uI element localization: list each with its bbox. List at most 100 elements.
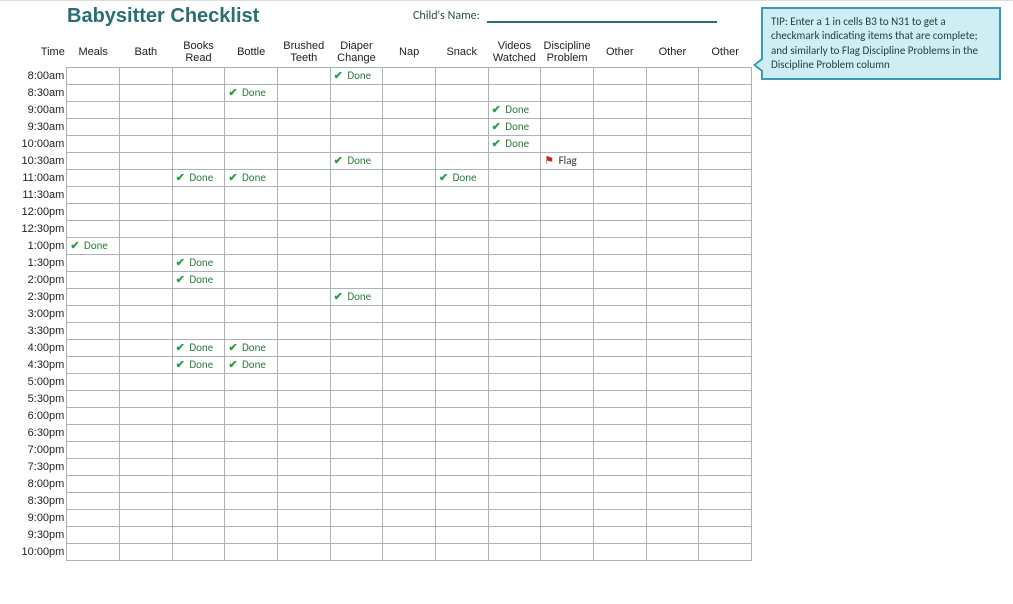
data-cell[interactable] — [488, 305, 541, 322]
data-cell[interactable] — [435, 543, 488, 560]
data-cell[interactable] — [67, 67, 120, 84]
data-cell[interactable] — [541, 373, 594, 390]
data-cell[interactable] — [120, 407, 173, 424]
data-cell[interactable] — [67, 135, 120, 152]
data-cell[interactable] — [593, 492, 646, 509]
data-cell[interactable] — [646, 458, 699, 475]
data-cell[interactable] — [699, 67, 752, 84]
data-cell[interactable] — [593, 220, 646, 237]
data-cell[interactable] — [593, 305, 646, 322]
data-cell[interactable] — [699, 271, 752, 288]
data-cell[interactable] — [435, 118, 488, 135]
data-cell[interactable] — [277, 288, 330, 305]
data-cell[interactable] — [541, 288, 594, 305]
data-cell[interactable] — [383, 152, 436, 169]
data-cell[interactable] — [541, 305, 594, 322]
data-cell[interactable] — [330, 492, 383, 509]
data-cell[interactable] — [593, 152, 646, 169]
data-cell[interactable] — [383, 101, 436, 118]
data-cell[interactable]: ✔ Done — [225, 84, 278, 101]
data-cell[interactable] — [225, 237, 278, 254]
data-cell[interactable] — [488, 543, 541, 560]
data-cell[interactable] — [277, 509, 330, 526]
data-cell[interactable] — [330, 84, 383, 101]
data-cell[interactable] — [383, 118, 436, 135]
data-cell[interactable]: ✔ Done — [225, 339, 278, 356]
data-cell[interactable] — [330, 339, 383, 356]
data-cell[interactable] — [225, 118, 278, 135]
data-cell[interactable] — [330, 203, 383, 220]
data-cell[interactable] — [277, 135, 330, 152]
data-cell[interactable] — [120, 424, 173, 441]
data-cell[interactable] — [330, 237, 383, 254]
data-cell[interactable] — [593, 390, 646, 407]
data-cell[interactable] — [541, 543, 594, 560]
data-cell[interactable] — [541, 203, 594, 220]
data-cell[interactable] — [120, 339, 173, 356]
data-cell[interactable] — [277, 526, 330, 543]
data-cell[interactable] — [330, 169, 383, 186]
data-cell[interactable] — [435, 526, 488, 543]
data-cell[interactable] — [383, 271, 436, 288]
data-cell[interactable] — [67, 305, 120, 322]
data-cell[interactable] — [67, 407, 120, 424]
data-cell[interactable]: ✔ Done — [172, 169, 225, 186]
data-cell[interactable] — [699, 407, 752, 424]
data-cell[interactable] — [277, 441, 330, 458]
data-cell[interactable] — [120, 526, 173, 543]
data-cell[interactable] — [67, 288, 120, 305]
data-cell[interactable] — [435, 84, 488, 101]
data-cell[interactable] — [172, 101, 225, 118]
data-cell[interactable] — [699, 169, 752, 186]
data-cell[interactable] — [225, 492, 278, 509]
data-cell[interactable] — [541, 254, 594, 271]
data-cell[interactable] — [225, 101, 278, 118]
data-cell[interactable] — [435, 203, 488, 220]
data-cell[interactable] — [488, 390, 541, 407]
data-cell[interactable] — [172, 220, 225, 237]
data-cell[interactable] — [277, 458, 330, 475]
data-cell[interactable] — [488, 373, 541, 390]
data-cell[interactable] — [277, 203, 330, 220]
data-cell[interactable] — [593, 424, 646, 441]
data-cell[interactable] — [120, 237, 173, 254]
data-cell[interactable] — [277, 492, 330, 509]
data-cell[interactable] — [646, 543, 699, 560]
child-name-input[interactable] — [487, 9, 717, 23]
data-cell[interactable] — [541, 356, 594, 373]
data-cell[interactable] — [383, 526, 436, 543]
data-cell[interactable] — [699, 509, 752, 526]
data-cell[interactable] — [646, 237, 699, 254]
data-cell[interactable] — [330, 407, 383, 424]
data-cell[interactable] — [488, 441, 541, 458]
data-cell[interactable]: ✔ Done — [172, 271, 225, 288]
data-cell[interactable] — [541, 271, 594, 288]
data-cell[interactable] — [646, 288, 699, 305]
data-cell[interactable] — [330, 458, 383, 475]
data-cell[interactable] — [593, 118, 646, 135]
data-cell[interactable] — [383, 220, 436, 237]
data-cell[interactable] — [646, 135, 699, 152]
data-cell[interactable] — [225, 322, 278, 339]
data-cell[interactable] — [699, 322, 752, 339]
data-cell[interactable] — [225, 186, 278, 203]
data-cell[interactable] — [383, 305, 436, 322]
data-cell[interactable] — [646, 424, 699, 441]
data-cell[interactable] — [383, 356, 436, 373]
data-cell[interactable] — [383, 543, 436, 560]
data-cell[interactable] — [330, 543, 383, 560]
data-cell[interactable] — [225, 526, 278, 543]
data-cell[interactable] — [646, 84, 699, 101]
data-cell[interactable] — [593, 373, 646, 390]
data-cell[interactable] — [225, 509, 278, 526]
data-cell[interactable] — [699, 254, 752, 271]
data-cell[interactable] — [120, 492, 173, 509]
data-cell[interactable] — [383, 288, 436, 305]
data-cell[interactable] — [120, 322, 173, 339]
data-cell[interactable] — [646, 305, 699, 322]
data-cell[interactable] — [435, 135, 488, 152]
data-cell[interactable] — [699, 526, 752, 543]
data-cell[interactable] — [225, 288, 278, 305]
data-cell[interactable] — [646, 441, 699, 458]
data-cell[interactable] — [435, 254, 488, 271]
